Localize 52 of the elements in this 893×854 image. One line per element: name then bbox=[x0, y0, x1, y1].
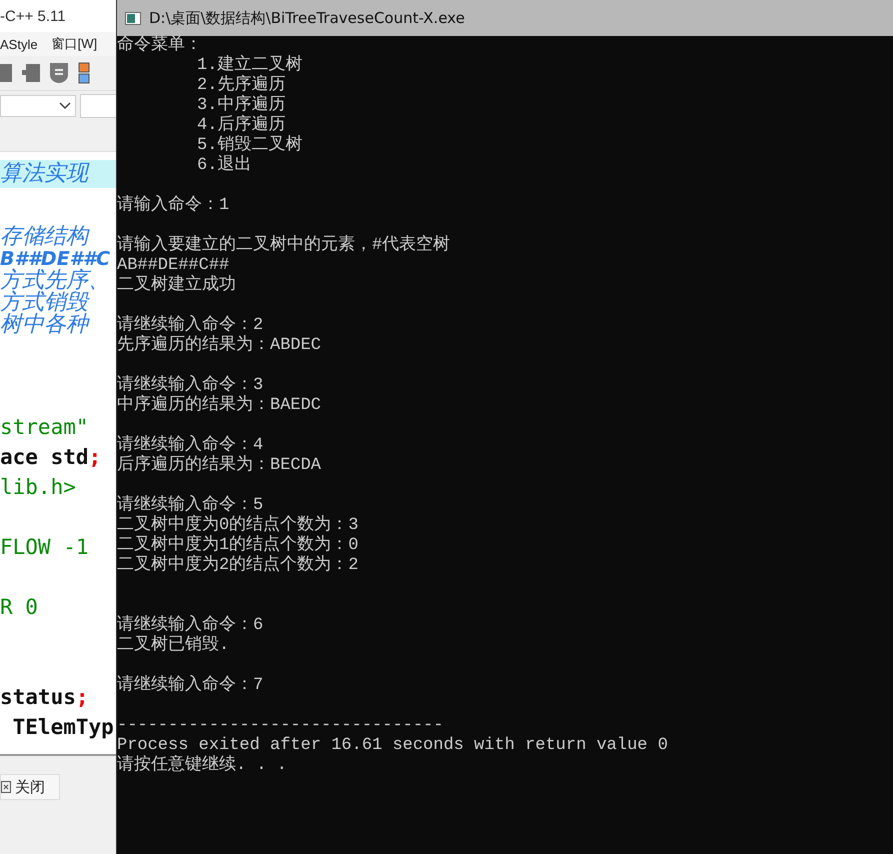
console-line: 请输入命令：1 bbox=[117, 196, 230, 216]
console-line: 请继续输入命令：4 bbox=[117, 436, 264, 455]
code-comment: 方式先序、 bbox=[0, 270, 111, 292]
console-line: 二叉树中度为1的结点个数为：0 bbox=[117, 536, 358, 555]
code-comment: 存储结构 bbox=[0, 226, 91, 248]
console-line: 请按任意键继续. . . bbox=[117, 756, 288, 776]
toolbar-icon[interactable] bbox=[20, 62, 40, 84]
console-line: 请继续输入命令：5 bbox=[117, 496, 264, 515]
code-comment: B##DE##C bbox=[0, 248, 112, 270]
console-line: 请输入要建立的二叉树中的元素，#代表空树 bbox=[117, 236, 450, 256]
console-line: 后序遍历的结果为：BECDA bbox=[117, 456, 322, 476]
menu-item[interactable]: AStyle bbox=[0, 36, 38, 52]
console-line: 二叉树中度为2的结点个数为：2 bbox=[117, 556, 358, 576]
window-title: -C++ 5.11 bbox=[0, 8, 66, 24]
code-line: status; bbox=[0, 684, 90, 711]
console-line: 4.后序遍历 bbox=[197, 116, 286, 135]
console-line: 请继续输入命令：2 bbox=[117, 316, 264, 335]
console-line: 先序遍历的结果为：ABDEC bbox=[117, 336, 322, 356]
console-line: 请继续输入命令：7 bbox=[117, 676, 264, 696]
console-line: 请继续输入命令：6 bbox=[117, 616, 264, 635]
console-line: -------------------------------- bbox=[117, 716, 444, 736]
code-line: TElemTyp bbox=[12, 714, 115, 741]
toolbar-icon[interactable] bbox=[48, 61, 70, 85]
console-line: 命令菜单： bbox=[117, 36, 202, 56]
menu-item[interactable]: 窗口[W] bbox=[52, 35, 98, 53]
console-line: 5.销毁二叉树 bbox=[197, 136, 302, 155]
toolbar-icon[interactable] bbox=[78, 61, 92, 85]
console-icon bbox=[125, 12, 141, 24]
code-line: stream" bbox=[0, 414, 90, 441]
code-comment: 方式销毁 bbox=[0, 292, 91, 314]
console-line: 3.中序遍历 bbox=[197, 96, 286, 115]
console-line: 2.先序遍历 bbox=[197, 76, 286, 95]
console-line: 请继续输入命令：3 bbox=[117, 376, 264, 395]
console-line: 二叉树中度为0的结点个数为：3 bbox=[117, 516, 358, 535]
code-line: lib.h> bbox=[0, 474, 77, 501]
code-comment: 算法实现 bbox=[0, 160, 116, 188]
close-tab[interactable]: 关闭 bbox=[0, 774, 60, 800]
console-line: 中序遍历的结果为：BAEDC bbox=[117, 396, 322, 416]
window-title: D:\桌面\数据结构\BiTreeTraveseCount-X.exe bbox=[149, 8, 465, 28]
caret-icon bbox=[59, 102, 71, 110]
console-line: 1.建立二叉树 bbox=[197, 56, 302, 75]
console-line: Process exited after 16.61 seconds with return value 0 bbox=[117, 736, 668, 755]
code-line: R 0 bbox=[0, 594, 39, 621]
console-line: 6.退出 bbox=[197, 156, 252, 176]
console-line: 二叉树建立成功 bbox=[117, 276, 236, 296]
code-comment: 树中各种 bbox=[0, 314, 91, 336]
code-line: ace std; bbox=[0, 444, 102, 471]
toolbar-icon[interactable] bbox=[0, 62, 12, 84]
console-line: 二叉树已销毁. bbox=[117, 636, 230, 656]
code-line: FLOW -1 bbox=[0, 534, 90, 561]
close-icon bbox=[1, 781, 11, 793]
console-line: AB##DE##C## bbox=[117, 256, 230, 275]
